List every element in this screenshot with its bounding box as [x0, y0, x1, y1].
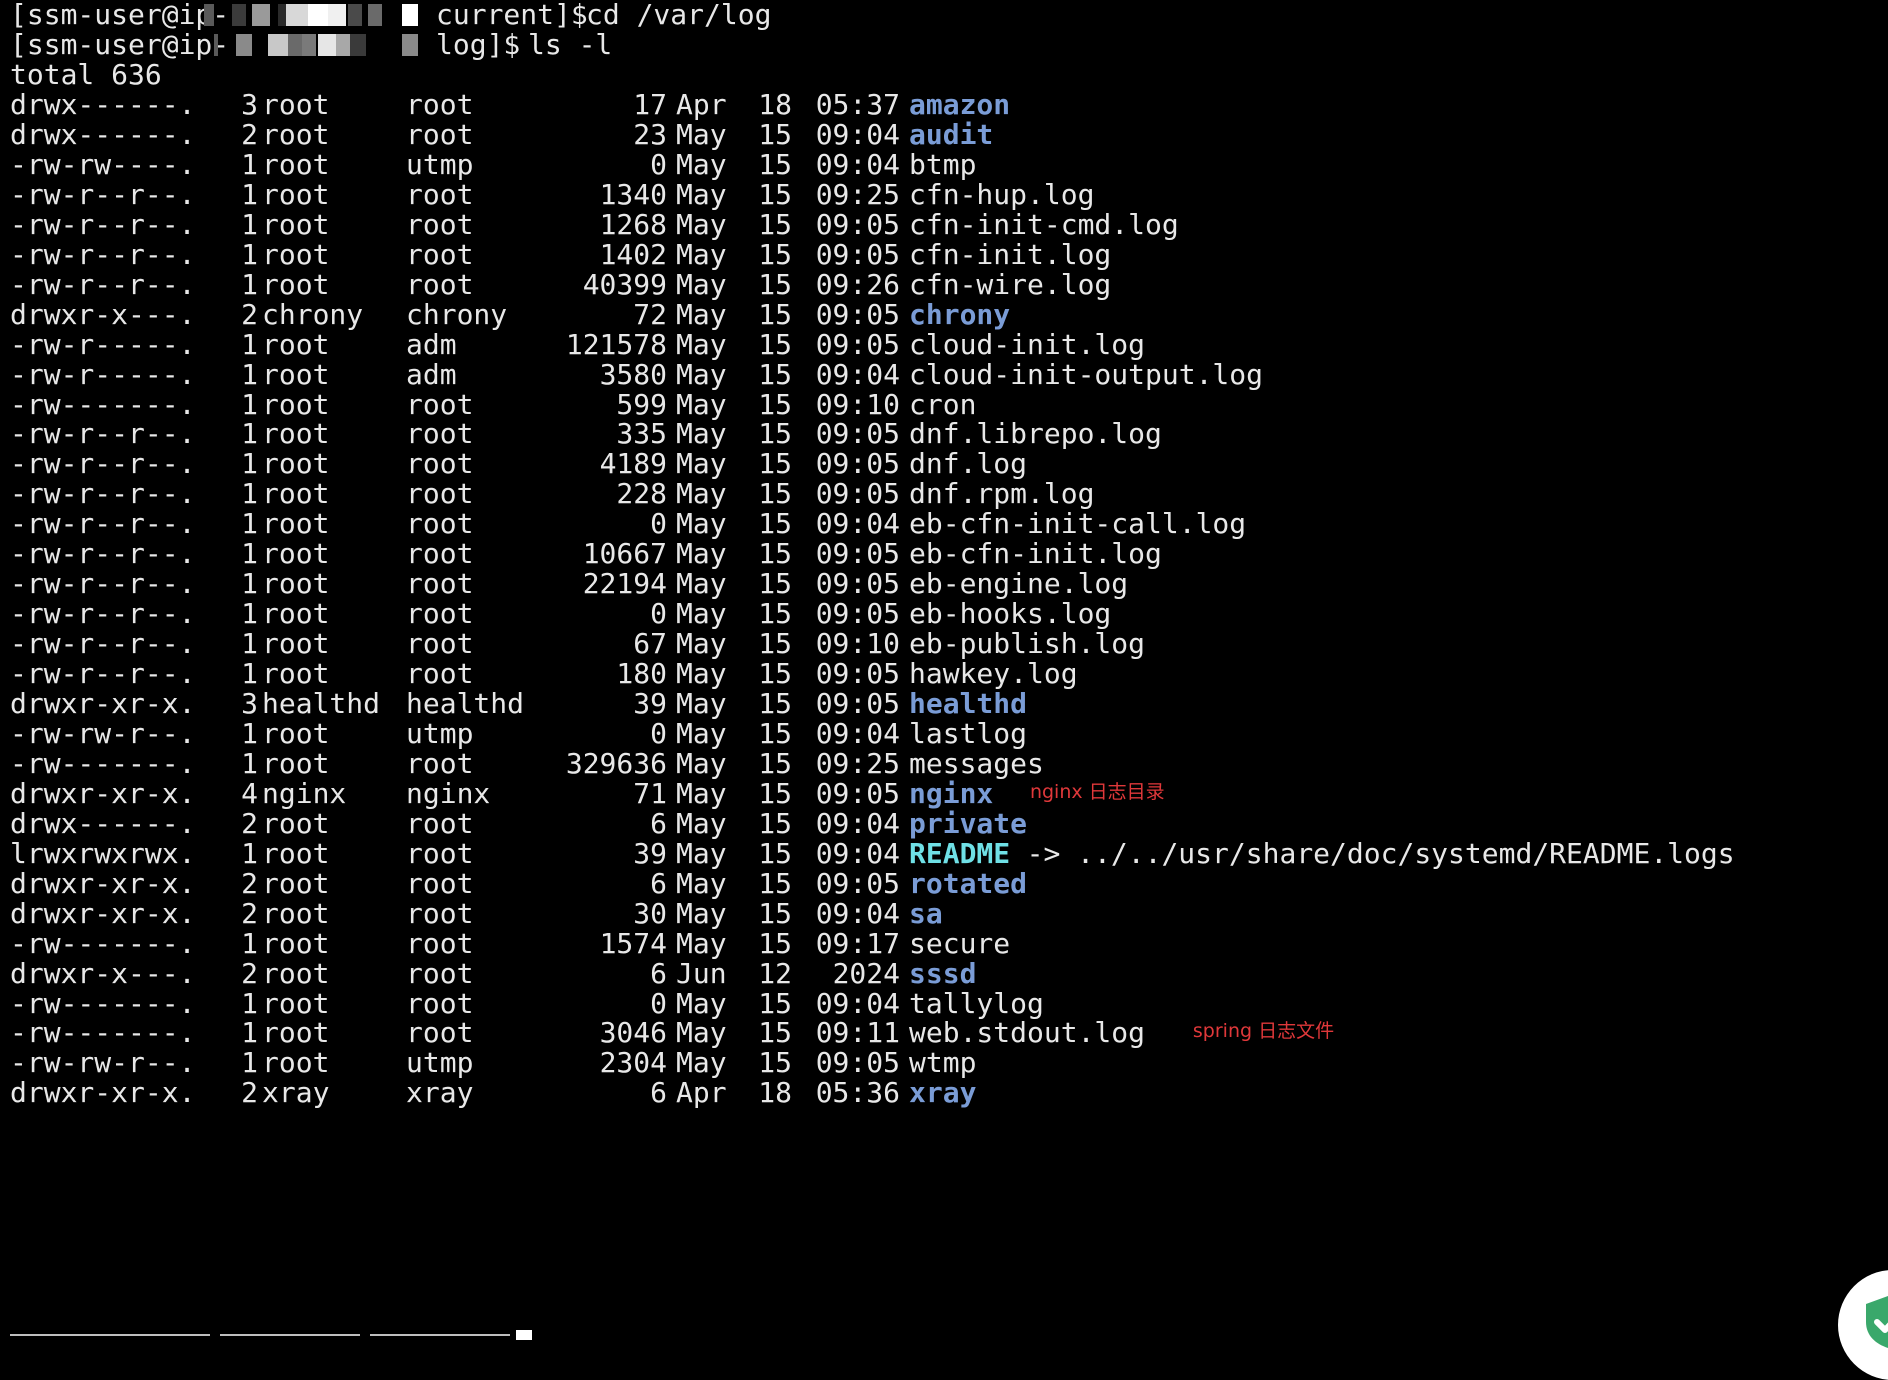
terminal-cursor — [516, 1330, 532, 1340]
entry-links: 2 — [241, 1076, 258, 1110]
redacted-hostname — [336, 34, 350, 56]
redacted-hostname — [204, 4, 214, 26]
redacted-hostname — [252, 4, 270, 26]
next-prompt-partial — [10, 1330, 650, 1340]
entry-group: xray — [406, 1076, 474, 1110]
redacted-hostname — [302, 34, 316, 56]
redacted-hostname — [368, 4, 382, 26]
symlink-target: -> ../../usr/share/doc/systemd/README.lo… — [1026, 836, 1735, 870]
redacted-hostname — [232, 4, 246, 26]
annotation-label: spring 日志文件 — [1192, 1020, 1335, 1043]
annotation-label: nginx 日志目录 — [1029, 780, 1165, 803]
command-text: cd /var/log — [586, 0, 772, 31]
entry-time: 05:36 — [815, 1076, 900, 1110]
redacted-hostname — [286, 4, 308, 26]
redacted-hostname — [268, 34, 288, 56]
redacted-hostname — [288, 34, 302, 56]
redacted-hostname — [308, 4, 328, 26]
shield-check-icon — [1866, 1296, 1888, 1348]
redacted-hostname — [214, 34, 218, 56]
redacted-hostname — [318, 34, 336, 56]
directory-name[interactable]: xray — [909, 1075, 976, 1111]
redacted-hostname — [350, 34, 366, 56]
entry-day: 18 — [758, 1076, 792, 1110]
entry-perm: drwxr-xr-x. — [10, 1076, 196, 1110]
redacted-hostname — [328, 4, 346, 26]
prompt-dir: log]$ — [436, 28, 521, 61]
entry-size: 6 — [650, 1076, 667, 1110]
redacted-hostname — [348, 4, 362, 26]
redacted-hostname — [402, 34, 418, 56]
redacted-hostname — [402, 4, 418, 26]
entry-owner: xray — [262, 1076, 330, 1110]
redacted-hostname — [236, 34, 252, 56]
terminal-window[interactable]: [ssm-user@ip- current]$ cd /var/log [ssm… — [10, 0, 1888, 1340]
entry-month: Apr — [676, 1076, 727, 1110]
command-text: ls -l — [528, 28, 613, 61]
